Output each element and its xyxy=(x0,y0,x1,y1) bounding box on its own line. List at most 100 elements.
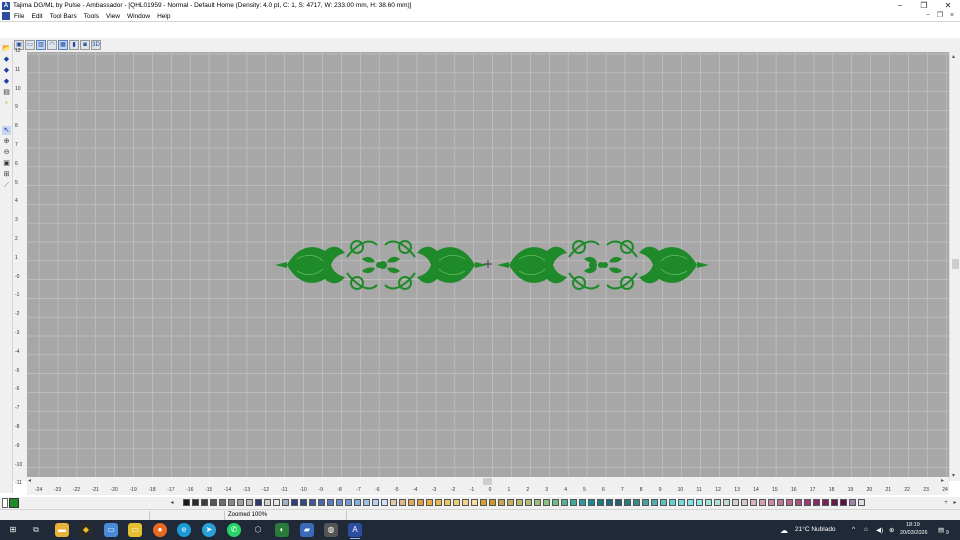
color-swatch[interactable] xyxy=(804,499,811,506)
color-swatch[interactable] xyxy=(615,499,622,506)
color-swatch[interactable] xyxy=(597,499,604,506)
monitor-icon[interactable]: ▭ xyxy=(25,40,35,50)
palette-selector[interactable] xyxy=(2,498,8,508)
palette-scroll-left-icon[interactable]: ◂ xyxy=(168,499,176,507)
palette-scroll-right-icon[interactable]: ▸ xyxy=(951,499,959,507)
color-swatch[interactable] xyxy=(705,499,712,506)
color-swatch[interactable] xyxy=(381,499,388,506)
color-swatch[interactable] xyxy=(732,499,739,506)
network-icon[interactable]: ⌂ xyxy=(864,526,868,533)
color-swatch[interactable] xyxy=(552,499,559,506)
color-swatch[interactable] xyxy=(651,499,658,506)
tajima-app-icon[interactable]: A xyxy=(348,523,362,537)
color-swatch[interactable] xyxy=(273,499,280,506)
lightbulb-icon[interactable]: ♀ xyxy=(2,99,11,108)
color-bars-icon[interactable]: ▮ xyxy=(69,40,79,50)
color-swatch[interactable] xyxy=(633,499,640,506)
color-swatch[interactable] xyxy=(678,499,685,506)
scroll-up-icon[interactable]: ▴ xyxy=(952,53,955,60)
color-swatch[interactable] xyxy=(561,499,568,506)
color-swatch[interactable] xyxy=(822,499,829,506)
color-swatch[interactable] xyxy=(759,499,766,506)
select-pointer-icon[interactable]: ↖ xyxy=(2,126,11,135)
color-swatch[interactable] xyxy=(588,499,595,506)
telegram-icon[interactable]: ➤ xyxy=(202,523,216,537)
app-blue-icon[interactable]: ▰ xyxy=(300,523,314,537)
scroll-down-icon[interactable]: ▾ xyxy=(952,472,955,479)
color-swatch[interactable] xyxy=(183,499,190,506)
color-swatch[interactable] xyxy=(669,499,676,506)
measure-icon[interactable]: ⟋ xyxy=(2,181,11,190)
color-swatch[interactable] xyxy=(255,499,262,506)
color-swatch[interactable] xyxy=(300,499,307,506)
zoom-box-icon[interactable]: ▣ xyxy=(2,159,11,168)
color-swatch[interactable] xyxy=(813,499,820,506)
menu-tool-bars[interactable]: Tool Bars xyxy=(50,13,77,20)
color-swatch[interactable] xyxy=(687,499,694,506)
scroll-right-icon[interactable]: ▸ xyxy=(941,477,944,484)
color-swatch[interactable] xyxy=(336,499,343,506)
windows-start-icon[interactable]: ⊞ xyxy=(6,523,20,537)
arrow-left-icon[interactable]: ◆ xyxy=(2,55,11,64)
doc-restore-button[interactable]: ❐ xyxy=(934,11,946,21)
color-swatch[interactable] xyxy=(489,499,496,506)
menu-edit[interactable]: Edit xyxy=(31,13,42,20)
color-swatch[interactable] xyxy=(327,499,334,506)
color-swatch[interactable] xyxy=(660,499,667,506)
menu-help[interactable]: Help xyxy=(157,13,170,20)
color-swatch[interactable] xyxy=(480,499,487,506)
design-canvas[interactable] xyxy=(27,52,949,481)
color-swatch[interactable] xyxy=(192,499,199,506)
arrow-up-icon[interactable]: ◆ xyxy=(2,66,11,75)
color-swatch[interactable] xyxy=(246,499,253,506)
color-swatch[interactable] xyxy=(498,499,505,506)
app-green-icon[interactable]: ◐ xyxy=(275,523,289,537)
color-swatch[interactable] xyxy=(372,499,379,506)
menu-window[interactable]: Window xyxy=(127,13,150,20)
color-swatch[interactable] xyxy=(786,499,793,506)
color-swatch[interactable] xyxy=(237,499,244,506)
color-swatch[interactable] xyxy=(579,499,586,506)
color-swatch[interactable] xyxy=(624,499,631,506)
close-button[interactable]: ✕ xyxy=(936,0,960,11)
color-swatch[interactable] xyxy=(318,499,325,506)
notes-icon[interactable]: ▭ xyxy=(128,523,142,537)
color-swatch[interactable] xyxy=(525,499,532,506)
doc-minimize-button[interactable]: − xyxy=(922,11,934,21)
scroll-left-icon[interactable]: ◂ xyxy=(28,477,31,484)
embroidery-app-icon[interactable]: ◍ xyxy=(324,523,338,537)
volume-icon[interactable]: ◀) xyxy=(876,526,883,534)
doc-close-button[interactable]: × xyxy=(946,11,958,21)
horizontal-scrollbar[interactable]: ◂ ▸ xyxy=(27,477,949,486)
3d-view-icon[interactable]: 3D xyxy=(91,40,101,50)
edge-icon[interactable]: e xyxy=(177,523,191,537)
color-swatch[interactable] xyxy=(444,499,451,506)
color-swatch[interactable] xyxy=(264,499,271,506)
notification-icon[interactable]: ▤ xyxy=(938,526,944,534)
document-icon[interactable] xyxy=(2,12,10,20)
horizontal-scroll-thumb[interactable] xyxy=(483,478,492,485)
clock-time[interactable]: 18:19 xyxy=(906,522,920,528)
color-swatch[interactable] xyxy=(858,499,865,506)
app-window-icon[interactable]: ▭ xyxy=(104,523,118,537)
color-swatch[interactable] xyxy=(201,499,208,506)
file-explorer-icon[interactable]: ▬ xyxy=(55,523,69,537)
grid-icon[interactable]: ▦ xyxy=(58,40,68,50)
color-swatch[interactable] xyxy=(768,499,775,506)
sew-simulator-icon[interactable]: ◙ xyxy=(80,40,90,50)
color-swatch[interactable] xyxy=(534,499,541,506)
color-swatch[interactable] xyxy=(777,499,784,506)
color-swatch[interactable] xyxy=(462,499,469,506)
color-swatch[interactable] xyxy=(219,499,226,506)
color-swatch[interactable] xyxy=(408,499,415,506)
firefox-icon[interactable]: ● xyxy=(153,523,167,537)
color-swatch[interactable] xyxy=(390,499,397,506)
open-folder-icon[interactable]: 📂 xyxy=(2,44,11,53)
color-swatch[interactable] xyxy=(606,499,613,506)
zoom-fit-icon[interactable]: ⊞ xyxy=(2,170,11,179)
color-swatch[interactable] xyxy=(696,499,703,506)
whatsapp-icon[interactable]: ✆ xyxy=(227,523,241,537)
zoom-in-icon[interactable]: ⊕ xyxy=(2,137,11,146)
color-swatch[interactable] xyxy=(795,499,802,506)
color-swatch[interactable] xyxy=(417,499,424,506)
